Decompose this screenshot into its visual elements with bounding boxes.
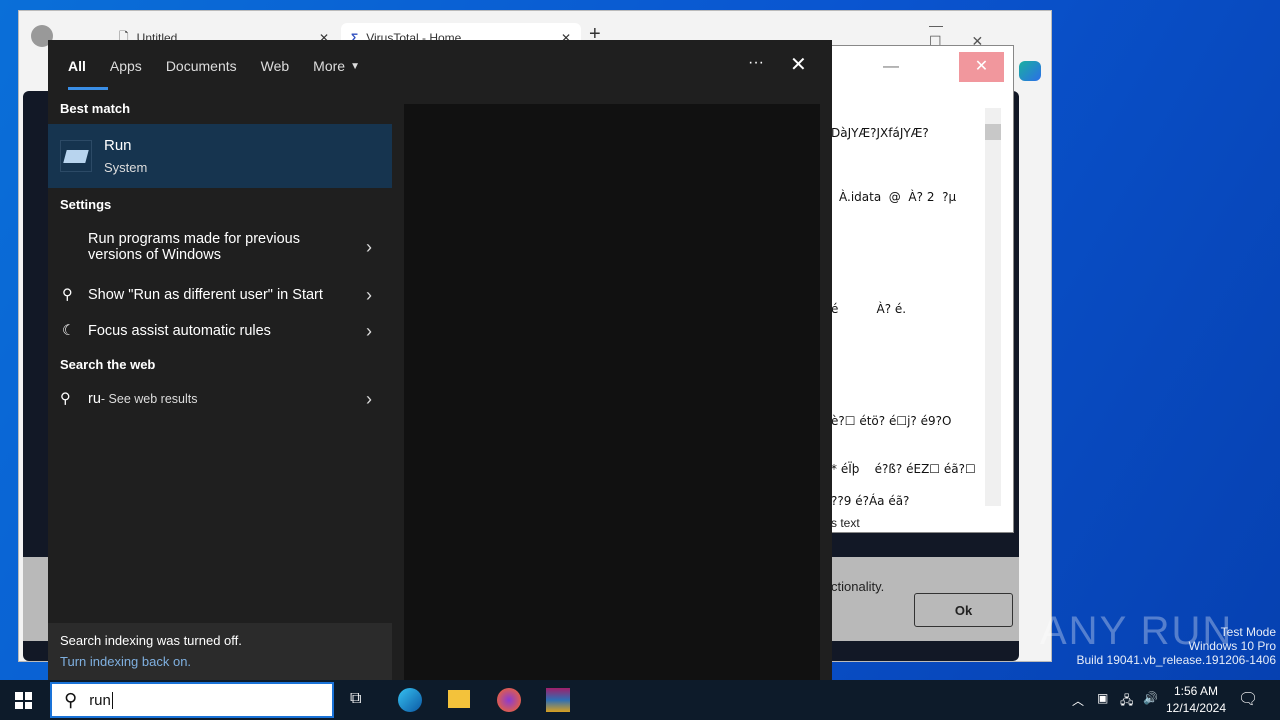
network-icon[interactable]: 🖧: [1120, 691, 1133, 712]
run-app-icon: [60, 140, 92, 172]
setting-run-compat[interactable]: Run programs made for previous versions …: [48, 226, 392, 268]
firefox-icon[interactable]: [497, 688, 521, 712]
best-match-heading: Best match: [60, 101, 131, 116]
turn-indexing-on-link[interactable]: Turn indexing back on.: [60, 654, 380, 669]
search-icon: ⚲: [60, 391, 71, 407]
chevron-right-icon: ›: [366, 320, 372, 341]
setting-focus-assist[interactable]: ☾ Focus assist automatic rules ›: [48, 316, 392, 346]
show-hidden-icons[interactable]: ︿: [1072, 692, 1084, 709]
tab-all[interactable]: All: [56, 40, 108, 92]
search-icon: ⚲: [64, 689, 78, 710]
chevron-right-icon: ›: [366, 388, 372, 409]
winrar-icon[interactable]: [546, 688, 570, 712]
task-view-icon[interactable]: ⧉: [350, 690, 361, 708]
ok-button[interactable]: Ok: [914, 593, 1013, 627]
chevron-right-icon: ›: [366, 284, 372, 305]
watermark: ANY RUN Test Mode Windows 10 Pro Build 1…: [1040, 609, 1276, 667]
status-bar: s text: [831, 516, 860, 530]
scrollbar[interactable]: [985, 108, 1001, 506]
search-panel: All Apps Documents Web More ▼ ··· ✕ Best …: [48, 40, 832, 680]
meet-now-icon[interactable]: ▣: [1097, 691, 1108, 705]
taskbar-search-box[interactable]: ⚲ run: [50, 682, 334, 718]
best-match-run[interactable]: Run System: [48, 124, 392, 188]
close-icon[interactable]: ✕: [790, 52, 807, 77]
moon-icon: ☾: [62, 323, 75, 339]
search-tabs: All Apps Documents Web More ▼: [56, 40, 372, 92]
file-explorer-icon[interactable]: [448, 690, 470, 708]
close-window-button[interactable]: ✕: [959, 52, 1004, 82]
windows-start-icon[interactable]: [15, 692, 32, 709]
settings-heading: Settings: [60, 197, 112, 212]
setting-run-as-user[interactable]: ⚲ Show "Run as different user" in Start ›: [48, 280, 392, 310]
search-input[interactable]: run: [89, 691, 113, 709]
edge-icon[interactable]: [398, 688, 422, 712]
notifications-icon[interactable]: 🗨: [1238, 689, 1258, 709]
volume-icon[interactable]: 🔊: [1143, 691, 1158, 705]
clock[interactable]: 1:56 AM 12/14/2024: [1164, 684, 1228, 715]
text-content[interactable]: DàJYÆ?JXfáJYÆ? À.idata @ À? 2 ?µ é À? é.…: [831, 106, 986, 508]
tab-documents[interactable]: Documents: [154, 40, 249, 92]
chevron-right-icon: ›: [366, 236, 372, 257]
tab-web[interactable]: Web: [249, 40, 302, 92]
ellipsis-icon[interactable]: ···: [748, 54, 764, 72]
copilot-icon[interactable]: [1019, 61, 1041, 81]
web-heading: Search the web: [60, 357, 156, 372]
web-result[interactable]: ⚲ ru - See web results ›: [48, 384, 392, 414]
minimize-button[interactable]: —: [883, 58, 899, 76]
caret-down-icon: ▼: [350, 60, 360, 72]
settings-icon: ⚲: [62, 287, 73, 303]
text-viewer-window: ✕ — DàJYÆ?JXfáJYÆ? À.idata @ À? 2 ?µ é À…: [830, 45, 1014, 533]
preview-pane: [404, 104, 820, 680]
tab-apps[interactable]: Apps: [98, 40, 154, 92]
tab-more[interactable]: More ▼: [301, 40, 372, 92]
indexing-notice: Search indexing was turned off. Turn ind…: [48, 623, 392, 680]
